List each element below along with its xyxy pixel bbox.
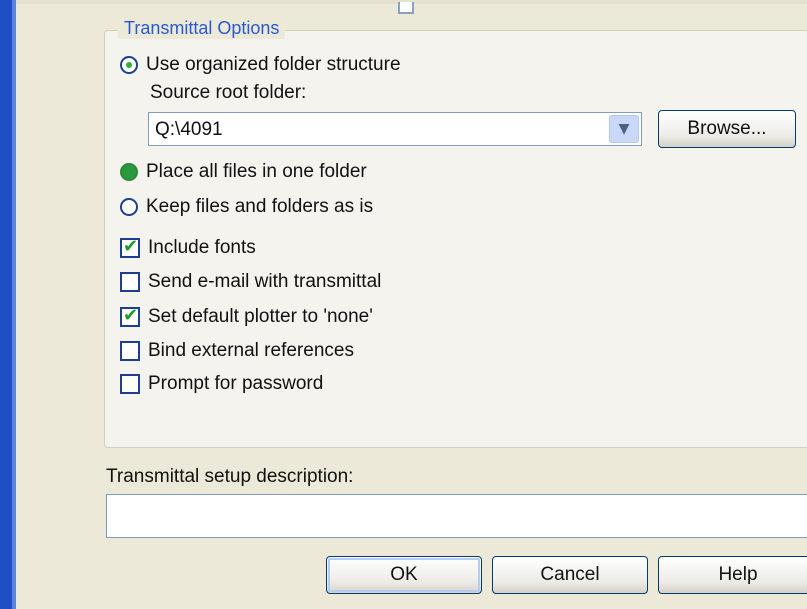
browse-button[interactable]: Browse...: [658, 110, 796, 148]
checkbox-icon[interactable]: [120, 272, 140, 292]
radio-icon[interactable]: [120, 56, 138, 74]
checkbox-icon[interactable]: [120, 236, 140, 258]
radio-one-folder-label: Place all files in one folder: [146, 161, 367, 182]
checkbox-label: Send e-mail with transmittal: [148, 271, 382, 292]
checkbox-prompt-password[interactable]: Prompt for password: [120, 373, 323, 395]
radio-icon[interactable]: [120, 163, 138, 181]
source-root-combobox[interactable]: Q:\4091 ▼: [148, 112, 642, 146]
checkbox-label: Set default plotter to 'none': [148, 306, 373, 327]
help-button[interactable]: Help: [658, 556, 807, 594]
checkbox-label: Bind external references: [148, 340, 354, 361]
group-legend: Transmittal Options: [118, 18, 286, 39]
radio-keep-as-is-label: Keep files and folders as is: [146, 196, 374, 217]
source-root-label: Source root folder:: [150, 82, 307, 103]
checkbox-include-fonts[interactable]: Include fonts: [120, 236, 256, 259]
checkbox-icon[interactable]: [120, 341, 140, 361]
partial-control-top: [398, 2, 414, 14]
checkbox-label: Prompt for password: [148, 373, 324, 394]
radio-one-folder[interactable]: Place all files in one folder: [120, 161, 367, 183]
window-left-border: [0, 0, 16, 609]
checkbox-icon[interactable]: [120, 305, 140, 327]
checkbox-icon[interactable]: [120, 374, 140, 394]
source-root-value: Q:\4091: [155, 119, 223, 140]
chevron-down-icon[interactable]: ▼: [609, 115, 639, 143]
radio-organized-folder-label: Use organized folder structure: [146, 54, 401, 75]
checkbox-default-plotter[interactable]: Set default plotter to 'none': [120, 305, 373, 328]
radio-icon[interactable]: [120, 198, 138, 216]
checkbox-label: Include fonts: [148, 237, 256, 258]
cancel-button[interactable]: Cancel: [492, 556, 648, 594]
description-label: Transmittal setup description:: [106, 466, 354, 487]
ok-button[interactable]: OK: [326, 556, 482, 594]
checkbox-bind-xrefs[interactable]: Bind external references: [120, 340, 354, 362]
radio-keep-as-is[interactable]: Keep files and folders as is: [120, 196, 373, 218]
checkbox-send-email[interactable]: Send e-mail with transmittal: [120, 271, 381, 293]
description-input[interactable]: [106, 494, 807, 538]
radio-organized-folder[interactable]: Use organized folder structure: [120, 54, 401, 76]
